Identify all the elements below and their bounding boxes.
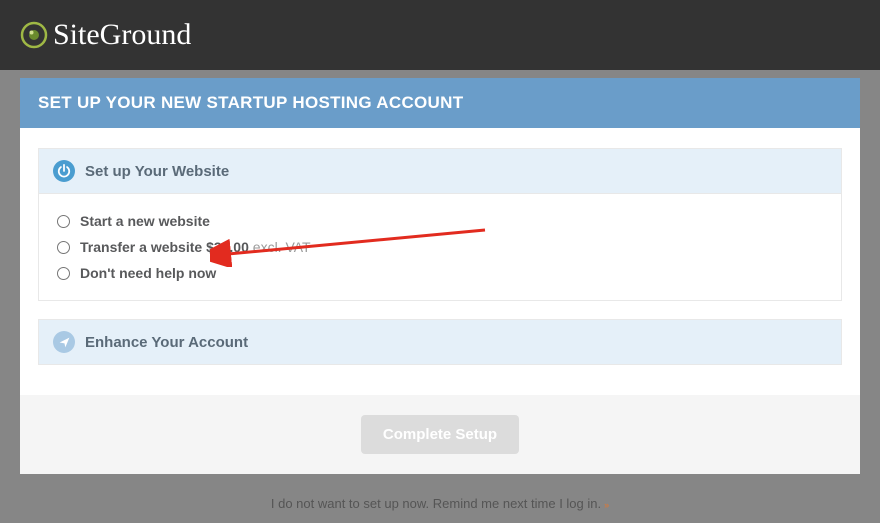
- transfer-text: Transfer a website: [80, 239, 206, 255]
- brand-name: SiteGround: [53, 18, 191, 52]
- plane-icon: [53, 331, 75, 353]
- section-setup-website: Set up Your Website Start a new website …: [38, 148, 842, 301]
- section-enhance-header[interactable]: Enhance Your Account: [39, 320, 841, 364]
- main-panel: SET UP YOUR NEW STARTUP HOSTING ACCOUNT …: [20, 78, 860, 474]
- radio-input-transfer[interactable]: [57, 241, 70, 254]
- section-setup-title: Set up Your Website: [85, 163, 229, 180]
- radio-start-new-website[interactable]: Start a new website: [55, 208, 825, 234]
- radio-transfer-website[interactable]: Transfer a website $30.00 excl. VAT: [55, 234, 825, 260]
- section-enhance-title: Enhance Your Account: [85, 334, 248, 351]
- transfer-price: $30.00: [206, 239, 253, 255]
- complete-setup-button[interactable]: Complete Setup: [361, 415, 519, 454]
- radio-label-transfer: Transfer a website $30.00 excl. VAT: [80, 239, 311, 255]
- radio-input-nohelp[interactable]: [57, 267, 70, 280]
- logo-icon: [20, 21, 48, 49]
- skip-text: I do not want to set up now. Remind me n…: [271, 496, 601, 511]
- section-enhance-account: Enhance Your Account: [38, 319, 842, 365]
- section-setup-body: Start a new website Transfer a website $…: [39, 194, 841, 300]
- radio-dont-need-help[interactable]: Don't need help now: [55, 260, 825, 286]
- chevron-right-icon: »: [604, 500, 609, 510]
- footer-actions: Complete Setup: [20, 395, 860, 474]
- power-icon: [53, 160, 75, 182]
- top-bar: SiteGround: [0, 0, 880, 70]
- panel-title: SET UP YOUR NEW STARTUP HOSTING ACCOUNT: [20, 78, 860, 128]
- radio-label-start: Start a new website: [80, 213, 210, 229]
- radio-input-start[interactable]: [57, 215, 70, 228]
- radio-label-nohelp: Don't need help now: [80, 265, 216, 281]
- section-setup-header[interactable]: Set up Your Website: [39, 149, 841, 194]
- brand-logo: SiteGround: [20, 18, 191, 52]
- skip-row: I do not want to set up now. Remind me n…: [0, 484, 880, 523]
- skip-setup-link[interactable]: I do not want to set up now. Remind me n…: [271, 496, 609, 511]
- panel-body: Set up Your Website Start a new website …: [20, 128, 860, 395]
- transfer-vat: excl. VAT: [253, 239, 311, 255]
